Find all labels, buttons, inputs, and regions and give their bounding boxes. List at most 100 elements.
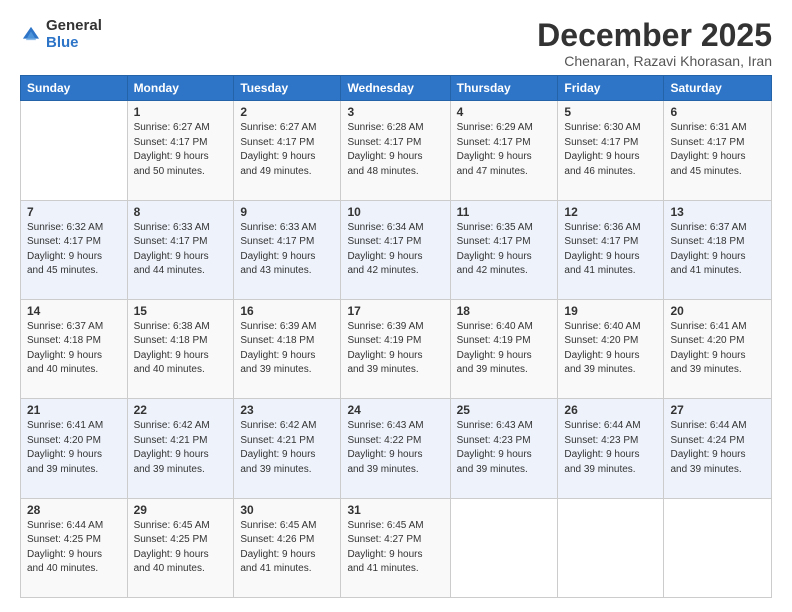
day-number: 31 (347, 503, 443, 517)
day-number: 2 (240, 105, 334, 119)
day-info: Sunrise: 6:27 AM Sunset: 4:17 PM Dayligh… (134, 121, 228, 179)
day-number: 8 (134, 205, 228, 219)
day-number: 21 (27, 403, 121, 417)
calendar-cell: 25Sunrise: 6:43 AM Sunset: 4:23 PM Dayli… (450, 399, 558, 498)
day-info: Sunrise: 6:34 AM Sunset: 4:17 PM Dayligh… (347, 221, 443, 279)
calendar-cell: 26 Sunrise: 6:44 AM Sunset: 4:23 PM Dayli… (558, 399, 664, 498)
header-monday: Monday (127, 76, 234, 101)
day-info: Sunrise: 6:38 AM Sunset: 4:18 PM Dayligh… (134, 320, 228, 378)
day-info: Sunrise: 6:40 AM Sunset: 4:20 PM Dayligh… (564, 320, 657, 378)
day-info: Sunrise: 6:45 AM Sunset: 4:26 PM Dayligh… (240, 519, 334, 577)
title-block: December 2025 Chenaran, Razavi Khorasan,… (537, 18, 772, 69)
calendar-cell: 7 Sunrise: 6:32 AM Sunset: 4:17 PM Daylig… (21, 200, 128, 299)
day-info: Sunrise: 6:42 AM Sunset: 4:21 PM Dayligh… (134, 419, 228, 477)
header-sunday: Sunday (21, 76, 128, 101)
day-number: 9 (240, 205, 334, 219)
day-number: 20 (670, 304, 765, 318)
day-info: Sunrise: 6:39 AM Sunset: 4:18 PM Dayligh… (240, 320, 334, 378)
calendar-cell: 19 Sunrise: 6:40 AM Sunset: 4:20 PM Dayli… (558, 299, 664, 398)
day-info: Sunrise: 6:36 AM Sunset: 4:17 PM Dayligh… (564, 221, 657, 279)
day-number: 23 (240, 403, 334, 417)
calendar-week-4: 28Sunrise: 6:44 AM Sunset: 4:25 PM Dayli… (21, 498, 772, 597)
calendar-cell: 13 Sunrise: 6:37 AM Sunset: 4:18 PM Dayli… (664, 200, 772, 299)
calendar-cell: 31 Sunrise: 6:45 AM Sunset: 4:27 PM Dayli… (341, 498, 450, 597)
calendar-cell: 10 Sunrise: 6:34 AM Sunset: 4:17 PM Dayli… (341, 200, 450, 299)
day-info: Sunrise: 6:35 AM Sunset: 4:17 PM Dayligh… (457, 221, 552, 279)
day-number: 10 (347, 205, 443, 219)
day-number: 19 (564, 304, 657, 318)
day-number: 24 (347, 403, 443, 417)
day-info: Sunrise: 6:43 AM Sunset: 4:22 PM Dayligh… (347, 419, 443, 477)
calendar-week-3: 21Sunrise: 6:41 AM Sunset: 4:20 PM Dayli… (21, 399, 772, 498)
header-wednesday: Wednesday (341, 76, 450, 101)
calendar-week-2: 14 Sunrise: 6:37 AM Sunset: 4:18 PM Dayli… (21, 299, 772, 398)
day-info: Sunrise: 6:37 AM Sunset: 4:18 PM Dayligh… (670, 221, 765, 279)
day-number: 12 (564, 205, 657, 219)
calendar-cell: 1 Sunrise: 6:27 AM Sunset: 4:17 PM Daylig… (127, 101, 234, 200)
day-info: Sunrise: 6:37 AM Sunset: 4:18 PM Dayligh… (27, 320, 121, 378)
calendar-cell: 21Sunrise: 6:41 AM Sunset: 4:20 PM Dayli… (21, 399, 128, 498)
day-number: 1 (134, 105, 228, 119)
day-info: Sunrise: 6:42 AM Sunset: 4:21 PM Dayligh… (240, 419, 334, 477)
calendar-cell: 12 Sunrise: 6:36 AM Sunset: 4:17 PM Dayli… (558, 200, 664, 299)
day-info: Sunrise: 6:44 AM Sunset: 4:24 PM Dayligh… (670, 419, 765, 477)
day-number: 26 (564, 403, 657, 417)
day-number: 30 (240, 503, 334, 517)
main-title: December 2025 (537, 18, 772, 53)
calendar-cell (450, 498, 558, 597)
header-friday: Friday (558, 76, 664, 101)
calendar-cell: 9 Sunrise: 6:33 AM Sunset: 4:17 PM Daylig… (234, 200, 341, 299)
day-number: 6 (670, 105, 765, 119)
calendar-cell: 22 Sunrise: 6:42 AM Sunset: 4:21 PM Dayli… (127, 399, 234, 498)
header-saturday: Saturday (664, 76, 772, 101)
day-info: Sunrise: 6:30 AM Sunset: 4:17 PM Dayligh… (564, 121, 657, 179)
calendar-table: Sunday Monday Tuesday Wednesday Thursday… (20, 75, 772, 598)
day-number: 15 (134, 304, 228, 318)
calendar-cell: 5 Sunrise: 6:30 AM Sunset: 4:17 PM Daylig… (558, 101, 664, 200)
header-row: General Blue December 2025 Chenaran, Raz… (20, 18, 772, 69)
day-info: Sunrise: 6:45 AM Sunset: 4:27 PM Dayligh… (347, 519, 443, 577)
calendar-cell: 18Sunrise: 6:40 AM Sunset: 4:19 PM Dayli… (450, 299, 558, 398)
day-info: Sunrise: 6:39 AM Sunset: 4:19 PM Dayligh… (347, 320, 443, 378)
day-number: 16 (240, 304, 334, 318)
day-number: 5 (564, 105, 657, 119)
logo-icon (20, 24, 42, 46)
calendar-cell: 17Sunrise: 6:39 AM Sunset: 4:19 PM Dayli… (341, 299, 450, 398)
day-info: Sunrise: 6:33 AM Sunset: 4:17 PM Dayligh… (240, 221, 334, 279)
calendar-cell: 15 Sunrise: 6:38 AM Sunset: 4:18 PM Dayli… (127, 299, 234, 398)
logo-general: General (46, 18, 102, 35)
day-info: Sunrise: 6:45 AM Sunset: 4:25 PM Dayligh… (134, 519, 228, 577)
day-number: 7 (27, 205, 121, 219)
day-number: 29 (134, 503, 228, 517)
logo: General Blue (20, 18, 102, 51)
calendar-cell: 28Sunrise: 6:44 AM Sunset: 4:25 PM Dayli… (21, 498, 128, 597)
calendar-cell: 29 Sunrise: 6:45 AM Sunset: 4:25 PM Dayli… (127, 498, 234, 597)
day-info: Sunrise: 6:43 AM Sunset: 4:23 PM Dayligh… (457, 419, 552, 477)
calendar-cell: 27 Sunrise: 6:44 AM Sunset: 4:24 PM Dayli… (664, 399, 772, 498)
calendar-cell (664, 498, 772, 597)
header-thursday: Thursday (450, 76, 558, 101)
calendar-cell: 11 Sunrise: 6:35 AM Sunset: 4:17 PM Dayli… (450, 200, 558, 299)
day-number: 22 (134, 403, 228, 417)
day-number: 11 (457, 205, 552, 219)
day-info: Sunrise: 6:41 AM Sunset: 4:20 PM Dayligh… (670, 320, 765, 378)
day-number: 14 (27, 304, 121, 318)
calendar-cell: 14 Sunrise: 6:37 AM Sunset: 4:18 PM Dayli… (21, 299, 128, 398)
calendar-cell: 23 Sunrise: 6:42 AM Sunset: 4:21 PM Dayli… (234, 399, 341, 498)
day-number: 13 (670, 205, 765, 219)
calendar-cell: 3 Sunrise: 6:28 AM Sunset: 4:17 PM Daylig… (341, 101, 450, 200)
day-info: Sunrise: 6:29 AM Sunset: 4:17 PM Dayligh… (457, 121, 552, 179)
day-info: Sunrise: 6:28 AM Sunset: 4:17 PM Dayligh… (347, 121, 443, 179)
calendar-cell (558, 498, 664, 597)
day-number: 4 (457, 105, 552, 119)
calendar-week-1: 7 Sunrise: 6:32 AM Sunset: 4:17 PM Daylig… (21, 200, 772, 299)
day-number: 3 (347, 105, 443, 119)
calendar-cell: 30 Sunrise: 6:45 AM Sunset: 4:26 PM Dayli… (234, 498, 341, 597)
day-info: Sunrise: 6:32 AM Sunset: 4:17 PM Dayligh… (27, 221, 121, 279)
day-info: Sunrise: 6:44 AM Sunset: 4:23 PM Dayligh… (564, 419, 657, 477)
subtitle: Chenaran, Razavi Khorasan, Iran (537, 53, 772, 69)
calendar-cell: 20 Sunrise: 6:41 AM Sunset: 4:20 PM Dayli… (664, 299, 772, 398)
day-number: 27 (670, 403, 765, 417)
logo-blue: Blue (46, 35, 102, 52)
calendar-cell: 2Sunrise: 6:27 AM Sunset: 4:17 PM Daylig… (234, 101, 341, 200)
